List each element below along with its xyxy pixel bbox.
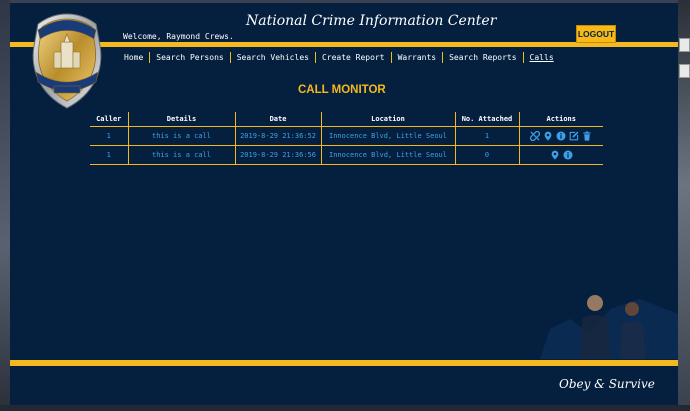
map-pin-icon[interactable]	[550, 150, 560, 160]
call-attached-count: 0	[454, 145, 519, 165]
unlink-icon[interactable]	[530, 131, 541, 141]
call-date: 2019-8-29 21:36:56	[234, 145, 321, 165]
column-header-location: Location	[320, 112, 455, 127]
nav-search-persons[interactable]: Search Persons	[150, 53, 229, 62]
footer-divider	[10, 360, 678, 366]
info-icon[interactable]	[556, 131, 566, 141]
officers-illustration	[540, 295, 678, 359]
window-tab	[679, 38, 690, 52]
call-caller: 1	[90, 145, 128, 165]
police-badge-logo	[32, 13, 102, 109]
welcome-text: Welcome, Raymond Crews.	[123, 32, 234, 41]
call-details: this is a call	[127, 145, 235, 165]
map-pin-icon[interactable]	[543, 131, 553, 141]
main-nav: Home Search Persons Search Vehicles Crea…	[123, 52, 560, 63]
ncic-panel: National Crime Information Center Welcom…	[10, 3, 678, 405]
column-header-details: Details	[127, 112, 235, 127]
info-icon[interactable]	[563, 150, 573, 160]
edit-icon[interactable]	[569, 131, 579, 141]
column-header-actions: Actions	[518, 112, 603, 127]
table-header-row: Caller Details Date Location No. Attache…	[90, 112, 603, 127]
call-date: 2019-8-29 21:36:52	[234, 126, 321, 146]
window-tab	[679, 64, 690, 78]
call-actions	[518, 126, 603, 146]
call-caller: 1	[90, 126, 128, 146]
nav-search-reports[interactable]: Search Reports	[443, 53, 522, 62]
call-location: Innocence Blvd, Little Seoul	[320, 126, 455, 146]
column-header-date: Date	[234, 112, 321, 127]
nav-warrants[interactable]: Warrants	[392, 53, 443, 62]
table-row: 1 this is a call 2019-8-29 21:36:52 Inno…	[90, 126, 603, 146]
call-actions	[518, 145, 603, 165]
page-title: CALL MONITOR	[298, 84, 386, 96]
call-location: Innocence Blvd, Little Seoul	[320, 145, 455, 165]
column-header-attached: No. Attached	[454, 112, 519, 127]
call-attached-count: 1	[454, 126, 519, 146]
trash-icon[interactable]	[582, 131, 592, 141]
background-bottom	[0, 405, 690, 411]
nav-home[interactable]: Home	[123, 53, 149, 62]
calls-table: Caller Details Date Location No. Attache…	[90, 112, 603, 165]
footer-motto: Obey & Survive	[559, 377, 655, 391]
background-left	[0, 0, 10, 411]
background-right	[678, 0, 690, 411]
call-details: this is a call	[127, 126, 235, 146]
nav-calls[interactable]: Calls	[524, 53, 560, 62]
app-title: National Crime Information Center	[246, 13, 497, 29]
nav-create-report[interactable]: Create Report	[316, 53, 391, 62]
column-header-caller: Caller	[90, 112, 128, 127]
table-row: 1 this is a call 2019-8-29 21:36:56 Inno…	[90, 145, 603, 165]
logout-button[interactable]: LOGOUT	[576, 25, 616, 43]
nav-search-vehicles[interactable]: Search Vehicles	[231, 53, 315, 62]
